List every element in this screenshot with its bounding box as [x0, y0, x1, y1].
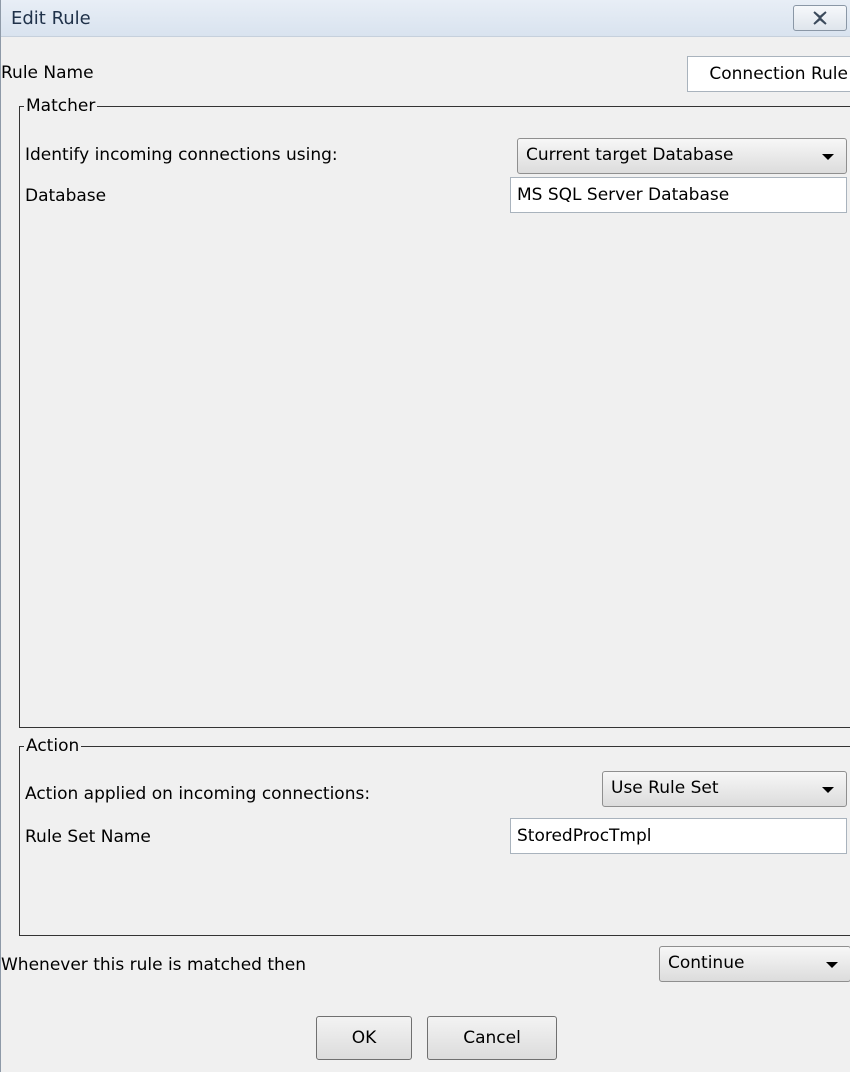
- identify-connections-label: Identify incoming connections using:: [25, 145, 338, 165]
- cancel-button[interactable]: Cancel: [427, 1016, 557, 1060]
- matched-action-label: Whenever this rule is matched then: [1, 955, 307, 975]
- chevron-down-icon: [826, 962, 838, 968]
- identify-connections-value: Current target Database: [526, 145, 734, 165]
- action-applied-label: Action applied on incoming connections:: [25, 784, 371, 804]
- rule-name-input[interactable]: Connection Rule: [687, 56, 850, 92]
- chevron-down-icon: [822, 154, 834, 160]
- matched-action-value: Continue: [668, 953, 745, 973]
- identify-connections-select[interactable]: Current target Database: [517, 138, 847, 174]
- matched-action-select[interactable]: Continue: [659, 946, 850, 982]
- action-applied-select[interactable]: Use Rule Set: [602, 771, 847, 807]
- title-bar: Edit Rule: [1, 0, 850, 37]
- database-input[interactable]: MS SQL Server Database: [510, 177, 847, 213]
- close-button[interactable]: [793, 5, 847, 31]
- matcher-group-title: Matcher: [24, 95, 98, 117]
- action-group-title: Action: [24, 735, 82, 757]
- rule-set-name-label: Rule Set Name: [25, 827, 151, 847]
- dialog-title: Edit Rule: [11, 8, 91, 29]
- action-applied-value: Use Rule Set: [611, 778, 719, 798]
- chevron-down-icon: [822, 787, 834, 793]
- edit-rule-dialog: Edit Rule Rule Name Connection Rule Matc…: [0, 0, 850, 1072]
- close-icon: [812, 11, 828, 25]
- database-label: Database: [25, 186, 107, 206]
- rule-set-name-input[interactable]: StoredProcTmpl: [510, 818, 847, 854]
- ok-button[interactable]: OK: [316, 1016, 412, 1060]
- rule-name-label: Rule Name: [1, 63, 94, 83]
